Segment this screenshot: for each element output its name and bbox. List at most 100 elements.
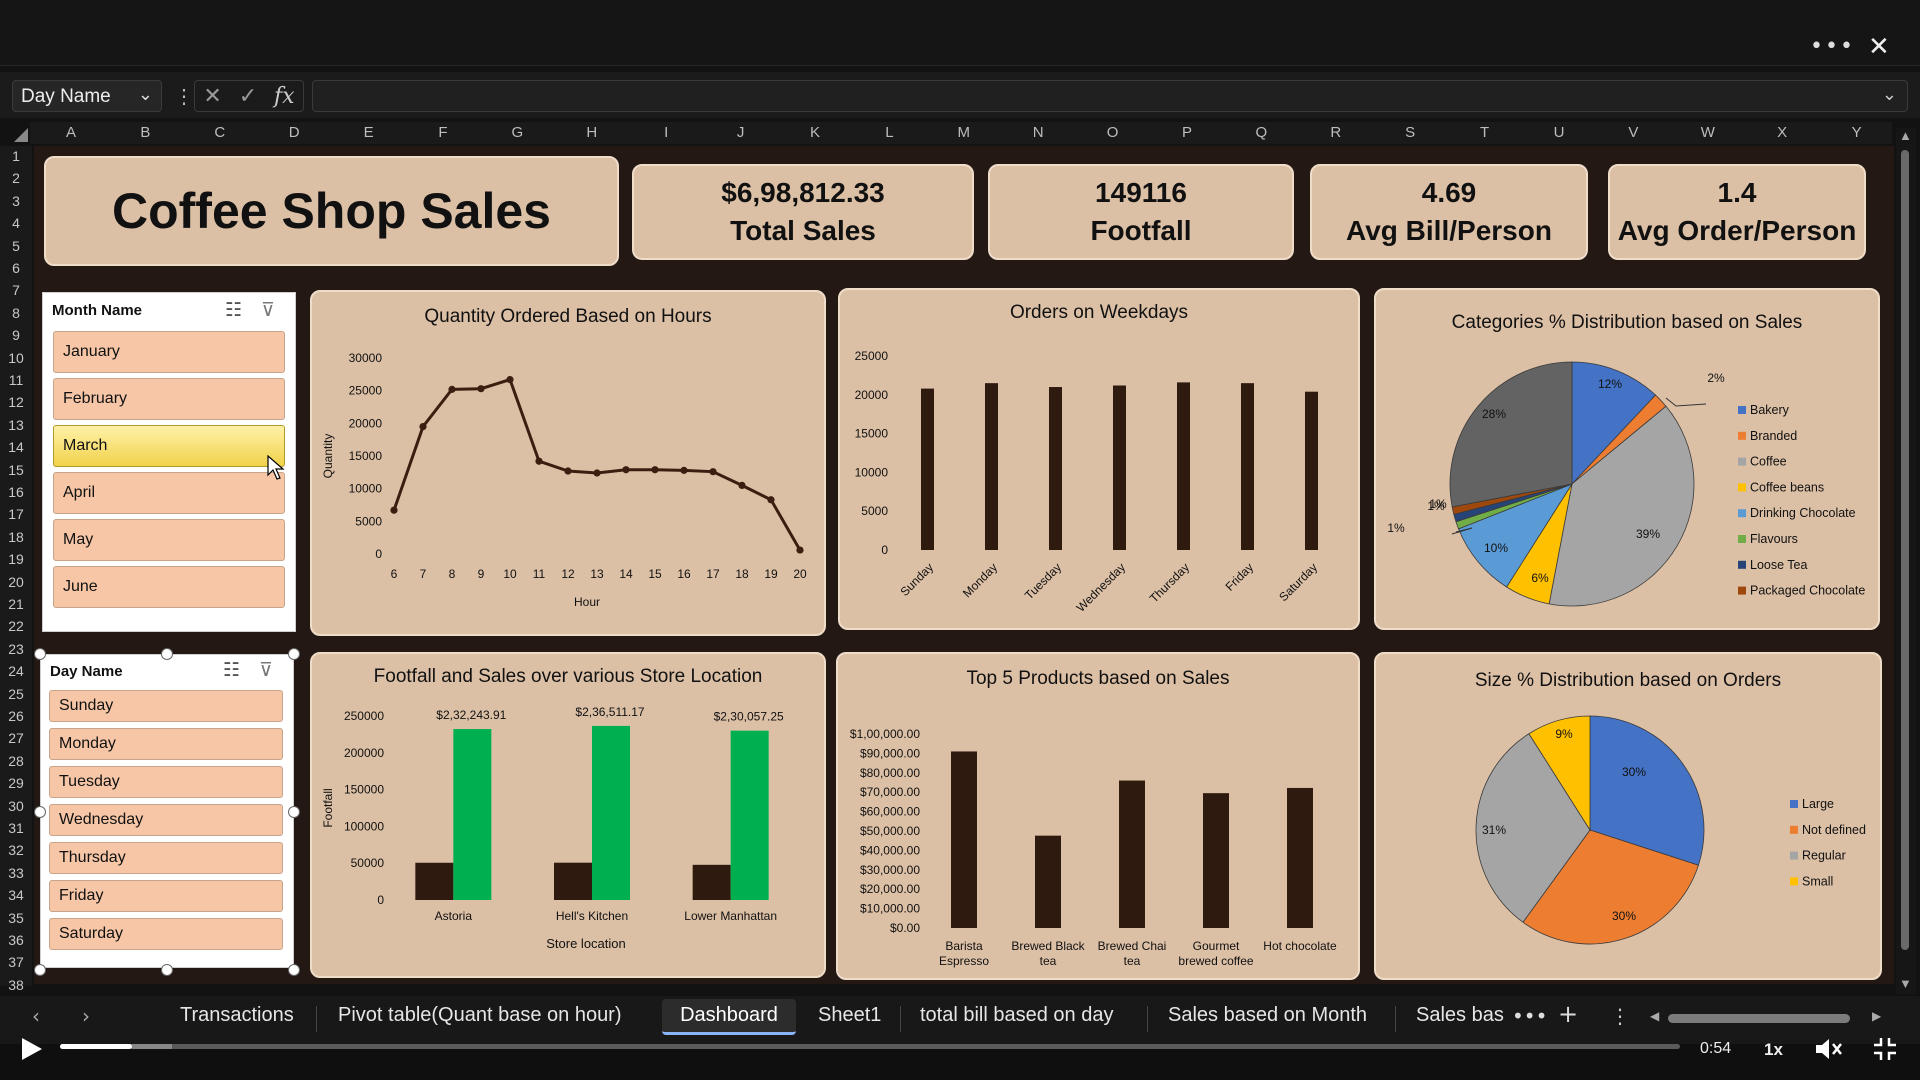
mute-icon[interactable]	[1814, 1036, 1842, 1062]
slicer-item-friday[interactable]: Friday	[49, 880, 283, 912]
row-header[interactable]: 37	[0, 954, 32, 970]
row-header[interactable]: 31	[0, 820, 32, 836]
row-header[interactable]: 2	[0, 170, 32, 186]
scroll-down-icon[interactable]: ▼	[1899, 976, 1912, 991]
column-header[interactable]: U	[1522, 124, 1596, 141]
tab-pivot-table[interactable]: Pivot table(Quant base on hour)	[338, 1004, 622, 1027]
column-header[interactable]: W	[1671, 124, 1745, 141]
name-box[interactable]: Day Name ⌄	[12, 80, 162, 112]
expand-formula-icon[interactable]: ⌄	[1882, 84, 1897, 105]
resize-handle[interactable]	[288, 806, 300, 818]
more-tabs-icon[interactable]: •••	[1512, 1004, 1547, 1028]
tab-sheet1[interactable]: Sheet1	[818, 1004, 881, 1027]
row-header[interactable]: 12	[0, 394, 32, 410]
scroll-thumb[interactable]	[1901, 150, 1909, 950]
categories-pie-chart-card[interactable]: Categories % Distribution based on Sales…	[1374, 288, 1880, 630]
video-progress-track[interactable]	[60, 1044, 1680, 1049]
vertical-scrollbar[interactable]: ▲ ▼	[1896, 128, 1916, 994]
column-header[interactable]: M	[927, 124, 1001, 141]
slicer-item-march[interactable]: March	[53, 425, 285, 467]
row-header[interactable]: 13	[0, 417, 32, 433]
clear-filter-icon[interactable]: ⊽	[261, 299, 275, 321]
row-header[interactable]: 4	[0, 215, 32, 231]
column-header[interactable]: N	[1001, 124, 1075, 141]
row-header[interactable]: 17	[0, 506, 32, 522]
row-header[interactable]: 29	[0, 775, 32, 791]
row-header[interactable]: 6	[0, 260, 32, 276]
row-header[interactable]: 16	[0, 484, 32, 500]
store-location-chart-card[interactable]: Footfall and Sales over various Store Lo…	[310, 652, 826, 978]
row-header[interactable]: 33	[0, 865, 32, 881]
row-header[interactable]: 19	[0, 551, 32, 567]
column-header[interactable]: E	[332, 124, 406, 141]
row-header[interactable]: 23	[0, 641, 32, 657]
tab-sales-bas[interactable]: Sales bas	[1416, 1004, 1504, 1027]
clear-filter-icon[interactable]: ⊽	[259, 659, 273, 681]
slicer-item-thursday[interactable]: Thursday	[49, 842, 283, 874]
resize-handle[interactable]	[288, 964, 300, 976]
slicer-item-april[interactable]: April	[53, 472, 285, 514]
slicer-item-monday[interactable]: Monday	[49, 728, 283, 760]
slicer-item-sunday[interactable]: Sunday	[49, 690, 283, 722]
slicer-item-wednesday[interactable]: Wednesday	[49, 804, 283, 836]
close-icon[interactable]: ✕	[1868, 32, 1890, 62]
weekday-bar-chart-card[interactable]: Orders on Weekdays 0 5000 10000 15000 20000 2…	[838, 288, 1360, 630]
column-header[interactable]: S	[1373, 124, 1447, 141]
scroll-left-icon[interactable]: ◀	[1650, 1009, 1659, 1023]
row-header[interactable]: 11	[0, 372, 32, 388]
resize-handle[interactable]	[34, 806, 46, 818]
row-header[interactable]: 5	[0, 238, 32, 254]
column-header[interactable]: D	[257, 124, 331, 141]
horizontal-scrollbar[interactable]: ◀ ▶	[1650, 1008, 1886, 1028]
tab-next-icon[interactable]: ›	[82, 1004, 90, 1028]
multi-select-icon[interactable]: ☷	[223, 659, 240, 681]
row-header[interactable]: 1	[0, 148, 32, 164]
column-header[interactable]: L	[852, 124, 926, 141]
column-header[interactable]: X	[1745, 124, 1819, 141]
row-header[interactable]: 24	[0, 663, 32, 679]
slicer-item-june[interactable]: June	[53, 566, 285, 608]
select-all-corner[interactable]	[14, 128, 28, 142]
row-header[interactable]: 36	[0, 932, 32, 948]
row-header[interactable]: 34	[0, 887, 32, 903]
column-header[interactable]: G	[480, 124, 554, 141]
tab-dashboard[interactable]: Dashboard	[662, 999, 796, 1035]
row-header[interactable]: 25	[0, 686, 32, 702]
tab-sales-month[interactable]: Sales based on Month	[1168, 1004, 1367, 1027]
slicer-item-saturday[interactable]: Saturday	[49, 918, 283, 950]
row-header[interactable]: 38	[0, 977, 32, 993]
row-header[interactable]: 21	[0, 596, 32, 612]
row-header[interactable]: 30	[0, 798, 32, 814]
add-sheet-icon[interactable]: +	[1558, 1000, 1578, 1028]
scroll-right-icon[interactable]: ▶	[1872, 1009, 1881, 1023]
slicer-item-january[interactable]: January	[53, 331, 285, 373]
check-icon[interactable]: ✓	[239, 84, 257, 109]
size-pie-chart-card[interactable]: Size % Distribution based on Orders 30% 3…	[1374, 652, 1882, 980]
vertical-dots-icon[interactable]: ⋮	[174, 84, 194, 109]
column-header[interactable]: J	[704, 124, 778, 141]
more-options-icon[interactable]: •••	[1810, 34, 1855, 59]
row-header[interactable]: 20	[0, 574, 32, 590]
resize-handle[interactable]	[161, 964, 173, 976]
row-header[interactable]: 7	[0, 282, 32, 298]
play-icon[interactable]	[20, 1036, 44, 1062]
column-header[interactable]: H	[555, 124, 629, 141]
row-header[interactable]: 10	[0, 350, 32, 366]
resize-handle[interactable]	[161, 648, 173, 660]
playback-speed-button[interactable]: 1x	[1764, 1040, 1783, 1060]
tab-transactions[interactable]: Transactions	[180, 1004, 294, 1027]
row-header[interactable]: 14	[0, 439, 32, 455]
formula-input[interactable]: ⌄	[312, 80, 1908, 112]
fullscreen-icon[interactable]	[1872, 1036, 1898, 1062]
top-products-chart-card[interactable]: Top 5 Products based on Sales $0.00 $10,0…	[836, 652, 1360, 980]
slicer-item-february[interactable]: February	[53, 378, 285, 420]
column-header[interactable]: A	[34, 124, 108, 141]
row-header[interactable]: 35	[0, 910, 32, 926]
scroll-up-icon[interactable]: ▲	[1899, 128, 1912, 143]
column-header[interactable]: F	[406, 124, 480, 141]
tab-options-icon[interactable]: ⋮	[1610, 1004, 1630, 1028]
row-header[interactable]: 15	[0, 462, 32, 478]
cancel-icon[interactable]: ✕	[203, 84, 221, 109]
column-header[interactable]: P	[1150, 124, 1224, 141]
resize-handle[interactable]	[34, 964, 46, 976]
